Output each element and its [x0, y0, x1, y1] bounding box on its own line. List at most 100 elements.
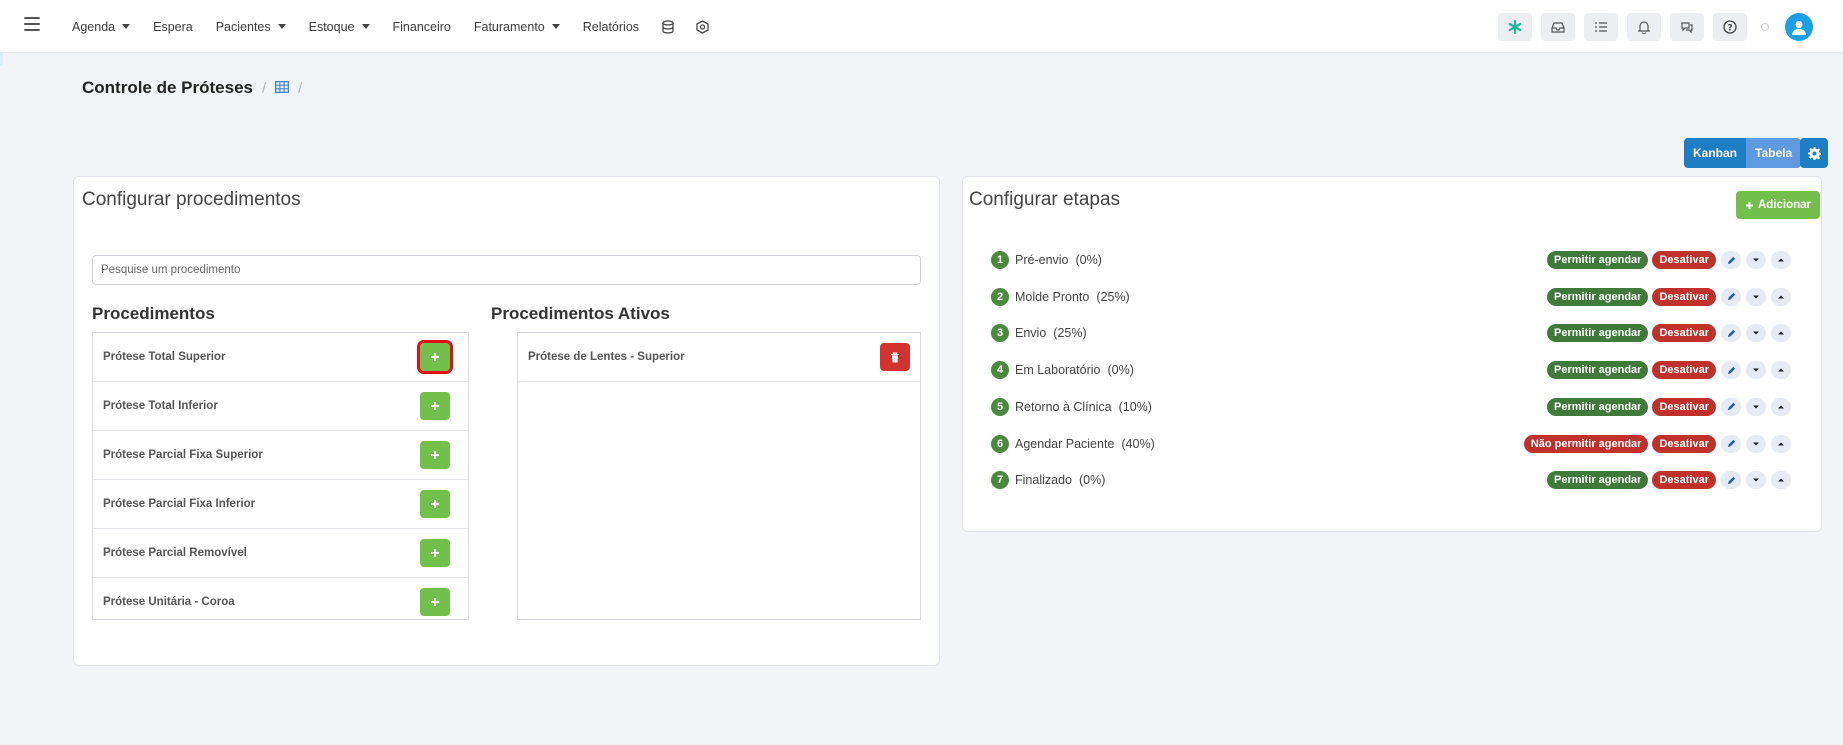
move-down-button[interactable]	[1746, 361, 1766, 380]
edit-stage-button[interactable]	[1721, 434, 1741, 453]
card-title: Configurar procedimentos	[82, 189, 301, 210]
tabela-button[interactable]: Tabela	[1746, 138, 1802, 168]
move-down-button[interactable]	[1746, 324, 1766, 343]
add-stage-button[interactable]: Adicionar	[1736, 191, 1820, 219]
caret-down-icon	[1753, 295, 1759, 299]
move-down-button[interactable]	[1746, 434, 1766, 453]
pencil-icon	[1727, 366, 1735, 374]
edit-stage-button[interactable]	[1721, 471, 1741, 490]
procedures-list: Prótese Total Superior Prótese Total Inf…	[92, 332, 469, 620]
caret-down-icon	[1753, 442, 1759, 445]
pencil-icon	[1727, 329, 1735, 337]
add-procedure-button[interactable]	[420, 441, 450, 469]
menu-financeiro[interactable]: Financeiro	[393, 20, 451, 34]
inbox-icon[interactable]	[1541, 13, 1575, 41]
stage-row: 7 Finalizado (0%) Permitir agendar Desativar	[991, 469, 1791, 491]
caret-up-icon	[1778, 258, 1784, 262]
move-up-button[interactable]	[1771, 471, 1791, 490]
schedule-toggle-button[interactable]: Permitir agendar	[1547, 471, 1649, 490]
database-icon[interactable]	[662, 19, 674, 34]
procedure-name: Prótese Total Superior	[103, 351, 226, 363]
help-icon[interactable]: ?	[1713, 13, 1747, 41]
menu-pacientes[interactable]: Pacientes	[216, 20, 286, 34]
move-down-button[interactable]	[1746, 251, 1766, 269]
caret-up-icon	[1778, 442, 1784, 445]
pencil-icon	[1727, 439, 1735, 448]
list-item: Prótese Parcial Fixa Inferior	[93, 480, 468, 529]
hexagon-settings-icon[interactable]	[696, 19, 709, 34]
add-procedure-button[interactable]	[420, 392, 450, 420]
edit-stage-button[interactable]	[1721, 361, 1741, 380]
view-toggle: Kanban Tabela	[1684, 138, 1802, 168]
schedule-toggle-button[interactable]: Permitir agendar	[1547, 287, 1649, 306]
edit-stage-button[interactable]	[1721, 397, 1741, 416]
avatar[interactable]	[1785, 13, 1813, 41]
chevron-down-icon	[122, 24, 131, 29]
caret-up-icon	[1778, 368, 1784, 372]
menu-relatorios[interactable]: Relatórios	[583, 20, 639, 34]
stage-row: 2 Molde Pronto (25%) Permitir agendar Desati…	[991, 286, 1791, 308]
add-procedure-button[interactable]	[417, 340, 453, 374]
stage-percentage: (25%)	[1096, 289, 1130, 304]
edit-stage-button[interactable]	[1721, 251, 1741, 269]
move-down-button[interactable]	[1746, 471, 1766, 490]
move-up-button[interactable]	[1771, 287, 1791, 306]
add-procedure-button[interactable]	[420, 539, 450, 567]
menu-faturamento[interactable]: Faturamento	[474, 20, 560, 34]
schedule-toggle-button[interactable]: Permitir agendar	[1547, 251, 1649, 269]
move-up-button[interactable]	[1771, 251, 1791, 269]
stage-percentage: (10%)	[1118, 399, 1152, 414]
schedule-toggle-button[interactable]: Não permitir agendar	[1523, 434, 1649, 453]
settings-button[interactable]	[1800, 138, 1828, 168]
trash-icon	[891, 351, 899, 362]
move-down-button[interactable]	[1746, 397, 1766, 416]
deactivate-button[interactable]: Desativar	[1652, 324, 1716, 343]
add-procedure-button[interactable]	[420, 490, 450, 518]
deactivate-button[interactable]: Desativar	[1652, 434, 1716, 453]
stage-name: Agendar Paciente	[1015, 436, 1115, 451]
kanban-button[interactable]: Kanban	[1684, 138, 1747, 168]
move-up-button[interactable]	[1771, 361, 1791, 380]
edit-stage-button[interactable]	[1721, 324, 1741, 343]
checklist-icon[interactable]	[1584, 13, 1618, 41]
chat-icon[interactable]	[1670, 13, 1704, 41]
caret-up-icon	[1778, 331, 1784, 335]
deactivate-button[interactable]: Desativar	[1652, 251, 1716, 269]
star-icon[interactable]	[1498, 13, 1532, 41]
deactivate-button[interactable]: Desativar	[1652, 287, 1716, 306]
menu-espera[interactable]: Espera	[153, 20, 193, 34]
add-procedure-button[interactable]	[420, 588, 450, 616]
move-up-button[interactable]	[1771, 434, 1791, 453]
caret-up-icon	[1778, 405, 1784, 409]
bell-icon[interactable]	[1627, 13, 1661, 41]
move-up-button[interactable]	[1771, 397, 1791, 416]
list-item: Prótese Parcial Fixa Superior	[93, 431, 468, 480]
stage-actions: Permitir agendar Desativar	[1543, 471, 1791, 490]
schedule-toggle-button[interactable]: Permitir agendar	[1547, 397, 1649, 416]
stage-percentage: (40%)	[1121, 436, 1155, 451]
stage-name: Retorno à Clínica	[1015, 399, 1112, 414]
stage-name: Finalizado	[1015, 473, 1072, 488]
procedure-search-input[interactable]	[92, 255, 921, 285]
stage-percentage: (0%)	[1075, 253, 1102, 267]
deactivate-button[interactable]: Desativar	[1652, 471, 1716, 490]
deactivate-button[interactable]: Desativar	[1652, 361, 1716, 380]
list-item: Prótese Unitária - Coroa	[93, 578, 468, 619]
deactivate-button[interactable]: Desativar	[1652, 397, 1716, 416]
caret-up-icon	[1778, 295, 1784, 299]
remove-procedure-button[interactable]	[880, 343, 910, 371]
move-up-button[interactable]	[1771, 324, 1791, 343]
plus-icon	[431, 451, 439, 459]
chevron-down-icon	[361, 24, 370, 29]
table-grid-icon[interactable]	[275, 78, 290, 98]
edit-stage-button[interactable]	[1721, 287, 1741, 306]
menu-estoque[interactable]: Estoque	[309, 20, 370, 34]
move-down-button[interactable]	[1746, 287, 1766, 306]
stage-name: Em Laboratório	[1015, 363, 1101, 378]
schedule-toggle-button[interactable]: Permitir agendar	[1547, 324, 1649, 343]
active-procedures-list: Prótese de Lentes - Superior	[517, 332, 921, 620]
plus-icon	[1745, 201, 1754, 209]
menu-agenda[interactable]: Agenda	[72, 20, 131, 34]
hamburger-menu-icon[interactable]	[24, 17, 40, 31]
schedule-toggle-button[interactable]: Permitir agendar	[1547, 361, 1649, 380]
